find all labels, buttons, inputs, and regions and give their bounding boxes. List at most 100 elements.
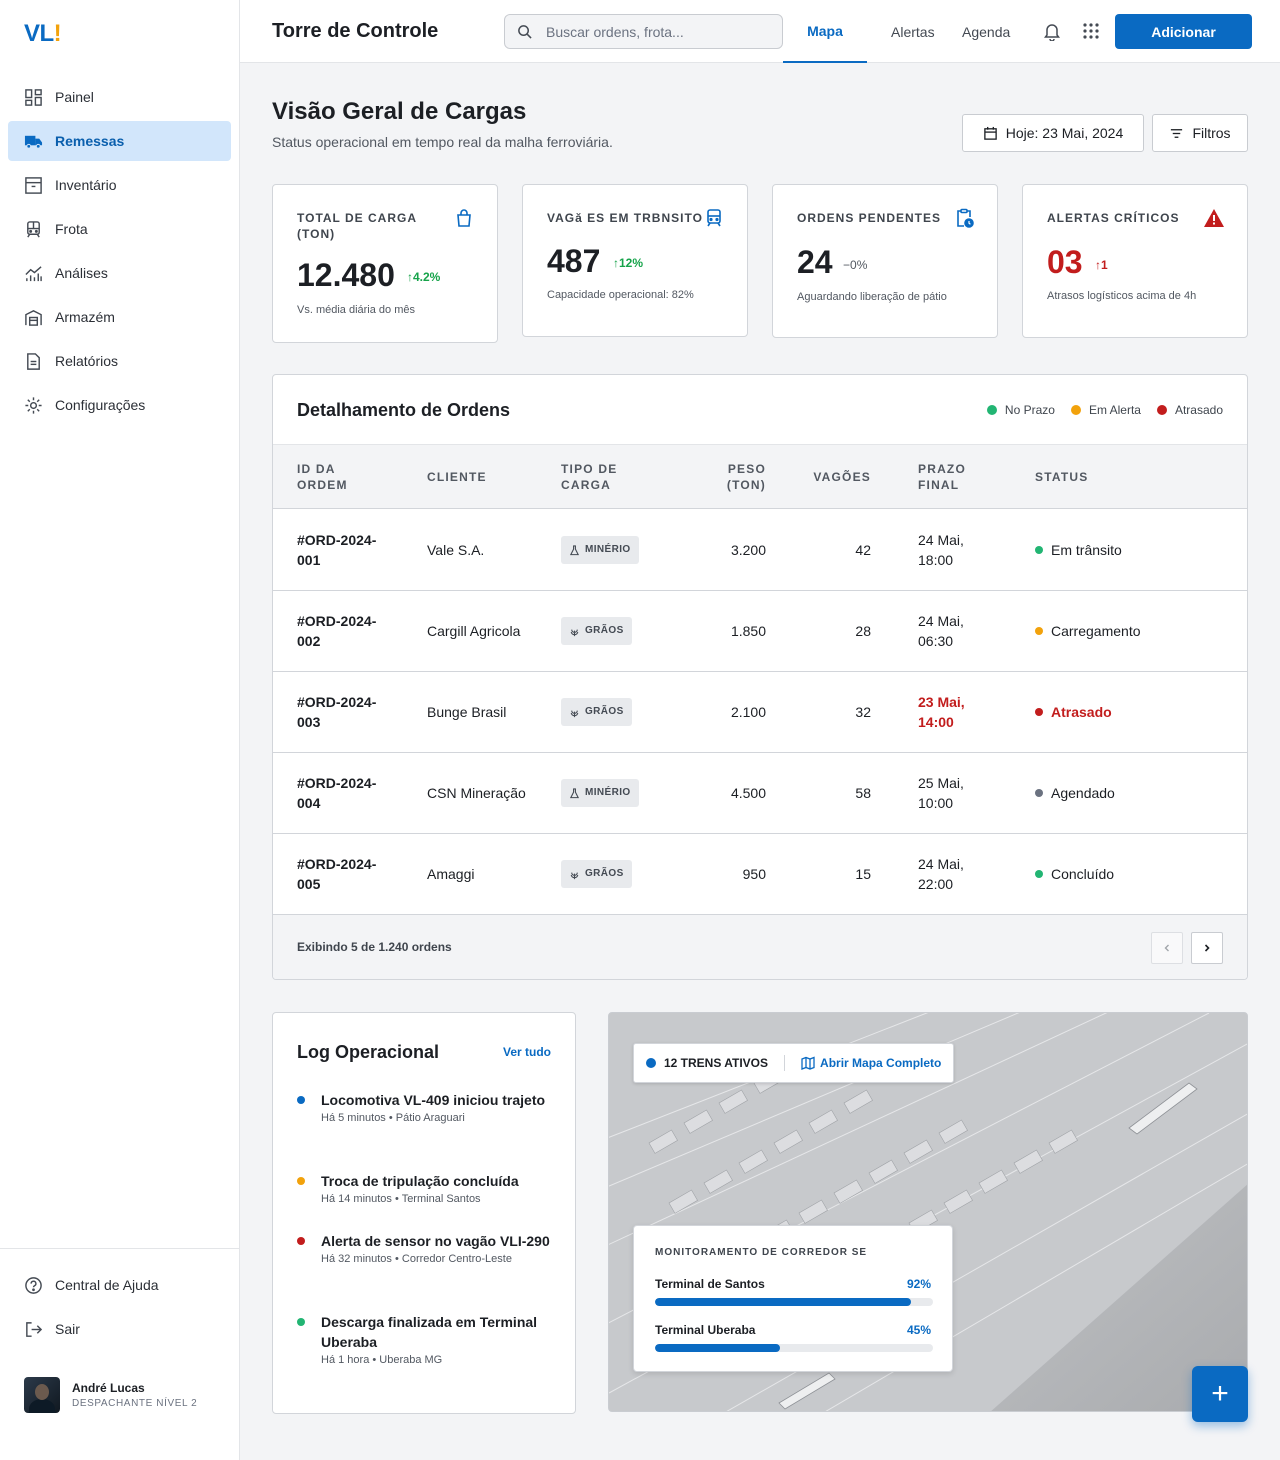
kpi-value: 24 [797,244,833,280]
log-item[interactable]: Locomotiva VL-409 iniciou trajeto Há 5 m… [297,1090,553,1124]
filters-button[interactable]: Filtros [1152,114,1248,152]
warehouse-icon [23,307,43,327]
view-all-link[interactable]: Ver tudo [503,1045,551,1059]
corridor-title: MONITORAMENTO DE CORREDOR SE [655,1247,868,1258]
table-row[interactable]: #ORD-2024-004 CSN Mineração MINÉRIO 4.500 58… [273,753,1247,834]
sidebar-item-help[interactable]: Central de Ajuda [8,1265,231,1305]
order-id[interactable]: #ORD-2024-002 [297,591,387,671]
kpi-label: ORDENS PENDENTES [797,211,942,225]
sidebar-item-painel[interactable]: Painel [8,77,231,117]
grain-icon [569,707,585,718]
clipboard-clock-icon [957,208,974,228]
order-id[interactable]: #ORD-2024-005 [297,834,387,914]
weight-value: 950 [742,866,766,882]
tab-mapa[interactable]: Mapa [783,0,867,63]
sidebar-item-inventario[interactable]: Inventário [8,165,231,205]
sidebar-item-configuracoes[interactable]: Configurações [8,385,231,425]
log-item[interactable]: Troca de tripulação concluída Há 14 minu… [297,1171,553,1205]
wagons-value: 28 [855,623,871,639]
apps-grid-icon[interactable] [1080,20,1102,42]
map-icon [801,1056,815,1070]
next-page-button[interactable] [1191,932,1223,964]
status-cell: Concluído [1035,834,1114,914]
cargo-pill: GRÃOS [561,698,632,726]
wagons-value: 58 [855,785,871,801]
search-icon [518,25,532,39]
user-profile[interactable]: André Lucas DESPACHANTE NÍVEL 2 [24,1377,197,1413]
weight-value: 4.500 [730,785,766,801]
column-header[interactable]: VAGÕES [793,445,871,509]
floating-add-button[interactable]: + [1192,1366,1248,1422]
deadline-value: 25 Mai, 10:00 [918,775,964,811]
kpi-value: 487 [547,243,601,279]
order-id[interactable]: #ORD-2024-003 [297,672,387,752]
operational-log-card: Log Operacional Ver tudo Locomotiva VL-4… [272,1012,576,1414]
table-row[interactable]: #ORD-2024-005 Amaggi GRÃOS 950 15 24 Mai, 22:… [273,834,1247,915]
flask-icon [569,544,585,556]
table-row[interactable]: #ORD-2024-001 Vale S.A. MINÉRIO 3.200 42 24 M… [273,510,1247,591]
open-full-map-link[interactable]: Abrir Mapa Completo [801,1056,941,1070]
table-row[interactable]: #ORD-2024-003 Bunge Brasil GRÃOS 2.100 32 23 … [273,672,1247,753]
kpi-note: Vs. média diária do mês [297,304,415,316]
table-row[interactable]: #ORD-2024-002 Cargill Agricola GRÃOS 1.850 2… [273,591,1247,672]
gear-icon [23,395,43,415]
sidebar: VL! Painel Remessas Inventário Frota Aná… [0,0,240,1460]
tab-agenda[interactable]: Agenda [962,0,1010,63]
legend-item: No Prazo [986,403,1055,417]
kpi-delta: ↑12% [613,256,644,270]
app-title: Torre de Controle [272,20,439,42]
train-icon [707,209,721,227]
sidebar-item-logout[interactable]: Sair [8,1309,231,1349]
terminal-label: Terminal Uberaba [655,1323,756,1337]
kpi-delta: ↑4.2% [407,270,441,284]
date-button[interactable]: Hoje: 23 Mai, 2024 [962,114,1144,152]
terminal-percent: 92% [906,1277,931,1291]
order-id[interactable]: #ORD-2024-004 [297,753,387,833]
prev-page-button[interactable] [1151,932,1183,964]
wagons-value: 42 [855,542,871,558]
sidebar-item-frota[interactable]: Frota [8,209,231,249]
column-header[interactable]: STATUS [1035,445,1088,509]
log-item[interactable]: Descarga finalizada em Terminal Uberaba … [297,1312,553,1366]
map-panel[interactable]: 12 TRENS ATIVOS Abrir Mapa Completo MONI… [608,1012,1248,1412]
sidebar-item-label: Inventário [55,177,117,193]
orders-title: Detalhamento de Ordens [297,400,511,420]
status-dot [1035,627,1043,635]
tab-alertas[interactable]: Alertas [891,0,935,63]
client-name: Amaggi [427,866,475,882]
order-id[interactable]: #ORD-2024-001 [297,510,387,590]
status-dot [1035,789,1043,797]
filters-label: Filtros [1192,125,1231,141]
report-icon [23,351,43,371]
brand-logo[interactable]: VL! [24,20,62,48]
active-trains-label: 12 TRENS ATIVOS [664,1056,769,1070]
add-button[interactable]: Adicionar [1115,14,1252,49]
orders-table-card: Detalhamento de Ordens No Prazo Em Alert… [272,374,1248,980]
log-item[interactable]: Alerta de sensor no vagão VLI-290 Há 32 … [297,1231,553,1265]
calendar-icon [983,126,997,140]
kpi-note: Capacidade operacional: 82% [547,289,694,301]
column-header[interactable]: PRAZO FINAL [918,445,978,509]
sidebar-item-remessas[interactable]: Remessas [8,121,231,161]
terminal-percent: 45% [906,1323,931,1337]
column-header[interactable]: TIPO DE CARGA [561,445,641,509]
search-input[interactable] [546,23,766,40]
column-header[interactable]: PESO (TON) [713,445,766,509]
cargo-type: GRÃOS [561,591,632,671]
sidebar-item-relatorios[interactable]: Relatórios [8,341,231,381]
bag-icon [457,209,471,227]
sidebar-item-armazem[interactable]: Armazém [8,297,231,337]
kpi-vagoes-transito: VAGă ES EM TRBNSITO 487 ↑12% Capacidade … [522,184,748,337]
client-name: Vale S.A. [427,542,485,558]
status-cell: Atrasado [1035,672,1112,752]
deadline-value: 24 Mai, 22:00 [918,856,964,892]
bell-icon[interactable] [1041,20,1063,42]
sidebar-bottom: Central de Ajuda Sair [0,1248,239,1353]
column-header[interactable]: CLIENTE [427,445,487,509]
help-icon [23,1275,43,1295]
sidebar-item-analises[interactable]: Análises [8,253,231,293]
status-cell: Em trânsito [1035,510,1122,590]
column-header[interactable]: ID DA ORDEM [297,445,387,509]
status-label: Em trânsito [1051,542,1122,558]
search-box[interactable] [504,14,783,49]
